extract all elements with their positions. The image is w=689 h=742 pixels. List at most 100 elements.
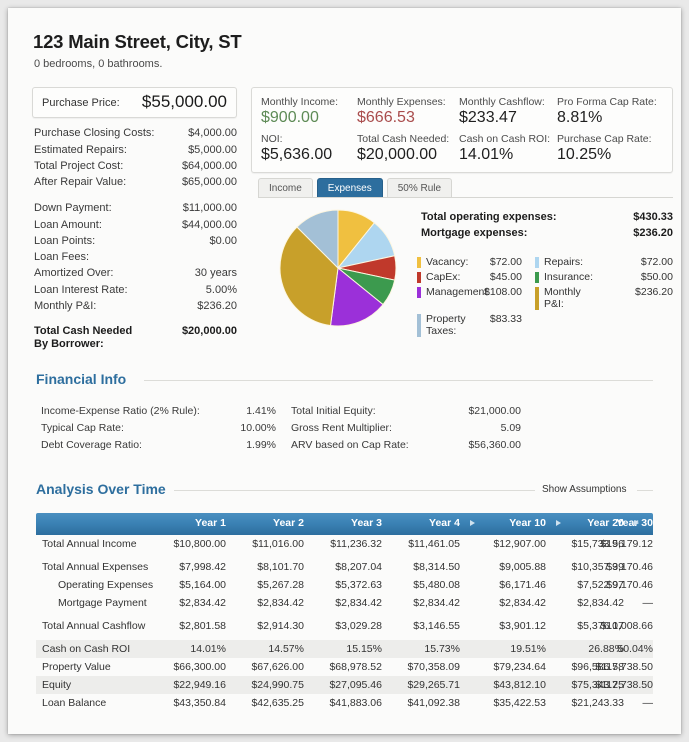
metric-cell: NOI: $5,636.00 <box>261 133 332 164</box>
table-cell: $67,626.00 <box>251 661 304 673</box>
analysis-title: Analysis Over Time <box>36 481 166 497</box>
legend-label: Monthly P&I: <box>544 286 581 310</box>
detail-label: Monthly P&I: <box>34 300 97 312</box>
table-cell: $5,267.28 <box>257 579 304 591</box>
metric-cell: Monthly Cashflow: $233.47 <box>459 96 545 127</box>
table-cell: $79,234.64 <box>493 661 546 673</box>
table-row: Total Annual Expenses $7,998.42 $8,101.70 $… <box>36 558 653 576</box>
purchase-price-value: $55,000.00 <box>141 92 227 111</box>
total-operating-expenses-row: Total operating expenses: $430.33 <box>421 211 673 223</box>
financial-info-label: Debt Coverage Ratio: <box>41 439 142 451</box>
detail-label: Down Payment: <box>34 202 112 214</box>
legend-value: $72.00 <box>489 256 522 268</box>
table-cell: $43,350.84 <box>173 697 226 709</box>
table-row: Total Annual Cashflow $2,801.58 $2,914.30 $… <box>36 617 653 635</box>
table-row: Mortgage Payment $2,834.42 $2,834.42 $2,834… <box>36 594 653 612</box>
expand-years-arrow-icon[interactable] <box>556 520 561 526</box>
show-assumptions-link[interactable]: Show Assumptions <box>542 484 627 495</box>
financial-info-label: Typical Cap Rate: <box>41 422 124 434</box>
report-page: 123 Main Street, City, ST 0 bedrooms, 0 … <box>8 8 681 734</box>
mortgage-expenses-row: Mortgage expenses: $236.20 <box>421 227 673 239</box>
financial-info-title: Financial Info <box>36 371 127 387</box>
column-header: Year 10 <box>509 517 546 529</box>
table-cell: $2,834.42 <box>335 597 382 609</box>
legend-color-swatch <box>417 287 421 298</box>
table-cell: $41,092.38 <box>407 697 460 709</box>
table-cell: $68,978.52 <box>329 661 382 673</box>
metric-value: $900.00 <box>261 109 319 126</box>
legend-value: $72.00 <box>640 256 673 268</box>
table-cell: $11,461.05 <box>408 538 460 550</box>
expand-years-arrow-icon[interactable] <box>634 520 639 526</box>
table-row: Equity $22,949.16 $24,990.75 $27,095.46 $29,… <box>36 676 653 694</box>
table-cell: $3,029.28 <box>335 620 382 632</box>
detail-label: Loan Amount: <box>34 219 102 231</box>
tab-income[interactable]: Income <box>258 178 313 198</box>
metric-cell: Pro Forma Cap Rate: 8.81% <box>557 96 657 127</box>
metric-label: Cash on Cash ROI: <box>459 133 551 145</box>
detail-value: $11,000.00 <box>182 202 237 214</box>
purchase-price-box: Purchase Price: $55,000.00 <box>32 87 237 118</box>
tab-divider <box>258 197 673 198</box>
financial-info-label: Income-Expense Ratio (2% Rule): <box>41 405 200 417</box>
column-header: Year 30 <box>616 517 653 529</box>
purchase-price-label: Purchase Price: <box>42 97 120 109</box>
mortgage-expenses-label: Mortgage expenses: <box>421 227 528 239</box>
column-header: Year 2 <box>273 517 304 529</box>
expand-years-arrow-icon[interactable] <box>470 520 475 526</box>
table-cell: $5,164.00 <box>179 579 226 591</box>
table-cell: 14.57% <box>268 643 304 655</box>
table-cell: $70,358.09 <box>407 661 460 673</box>
financial-info-row: Income-Expense Ratio (2% Rule): 1.41% <box>41 405 276 417</box>
legend-color-swatch <box>535 272 539 283</box>
tab-expenses[interactable]: Expenses <box>316 178 383 198</box>
table-cell: $9,170.46 <box>606 579 653 591</box>
table-cell: $6,171.46 <box>499 579 546 591</box>
table-cell: $27,095.46 <box>329 679 382 691</box>
metric-value: $5,636.00 <box>261 146 333 163</box>
metric-label: Monthly Expenses: <box>357 96 446 108</box>
heading-rule-right <box>637 490 653 491</box>
table-cell: $117,738.50 <box>595 661 653 673</box>
table-header-row: Year 1 Year 2 Year 3 Year 4 Year 10 Year 20 Ye… <box>36 513 653 535</box>
metric-value: 8.81% <box>557 109 603 126</box>
tab-50-rule[interactable]: 50% Rule <box>386 178 453 198</box>
metric-value: 10.25% <box>557 146 612 163</box>
table-cell: $10,008.66 <box>600 620 653 632</box>
legend-label: Property Taxes: <box>426 313 466 337</box>
table-row: Cash on Cash ROI 14.01% 14.57% 15.15% 15.73%… <box>36 640 653 658</box>
table-cell: $2,834.42 <box>413 597 460 609</box>
detail-value: $64,000.00 <box>181 160 237 172</box>
financial-info-value: 1.41% <box>246 405 276 417</box>
legend-label: Insurance: <box>544 271 594 283</box>
table-cell: — <box>642 697 654 709</box>
metric-value: $233.47 <box>459 109 517 126</box>
table-cell: $8,314.50 <box>413 561 460 573</box>
financial-info-label: ARV based on Cap Rate: <box>291 439 409 451</box>
legend-label: Repairs: <box>544 256 584 268</box>
table-body: Total Annual Income $10,800.00 $11,016.00 $… <box>36 535 653 712</box>
metric-value: $666.53 <box>357 109 415 126</box>
detail-value: $0.00 <box>209 235 237 247</box>
detail-value: $65,000.00 <box>181 176 237 188</box>
row-label: Mortgage Payment <box>58 597 147 609</box>
table-cell: 50.04% <box>617 643 653 655</box>
financial-info-row: Typical Cap Rate: 10.00% <box>41 422 276 434</box>
table-cell: — <box>642 597 654 609</box>
table-cell: $24,990.75 <box>251 679 304 691</box>
total-operating-expenses-label: Total operating expenses: <box>421 211 557 223</box>
table-cell: $66,300.00 <box>173 661 226 673</box>
detail-label: Amortized Over: <box>34 267 114 279</box>
table-cell: $3,146.55 <box>413 620 460 632</box>
column-header: Year 1 <box>195 517 226 529</box>
table-cell: $2,834.42 <box>499 597 546 609</box>
metric-value: 14.01% <box>459 146 514 163</box>
table-cell: $7,998.42 <box>179 561 226 573</box>
table-cell: $2,801.58 <box>179 620 226 632</box>
table-cell: $35,422.53 <box>493 697 546 709</box>
mortgage-expenses-value: $236.20 <box>633 227 673 239</box>
table-cell: $41,883.06 <box>329 697 382 709</box>
expense-tab-bar[interactable]: Income Expenses 50% Rule <box>258 178 456 198</box>
row-label: Total Annual Expenses <box>42 561 149 573</box>
metric-cell: Total Cash Needed: $20,000.00 <box>357 133 449 164</box>
